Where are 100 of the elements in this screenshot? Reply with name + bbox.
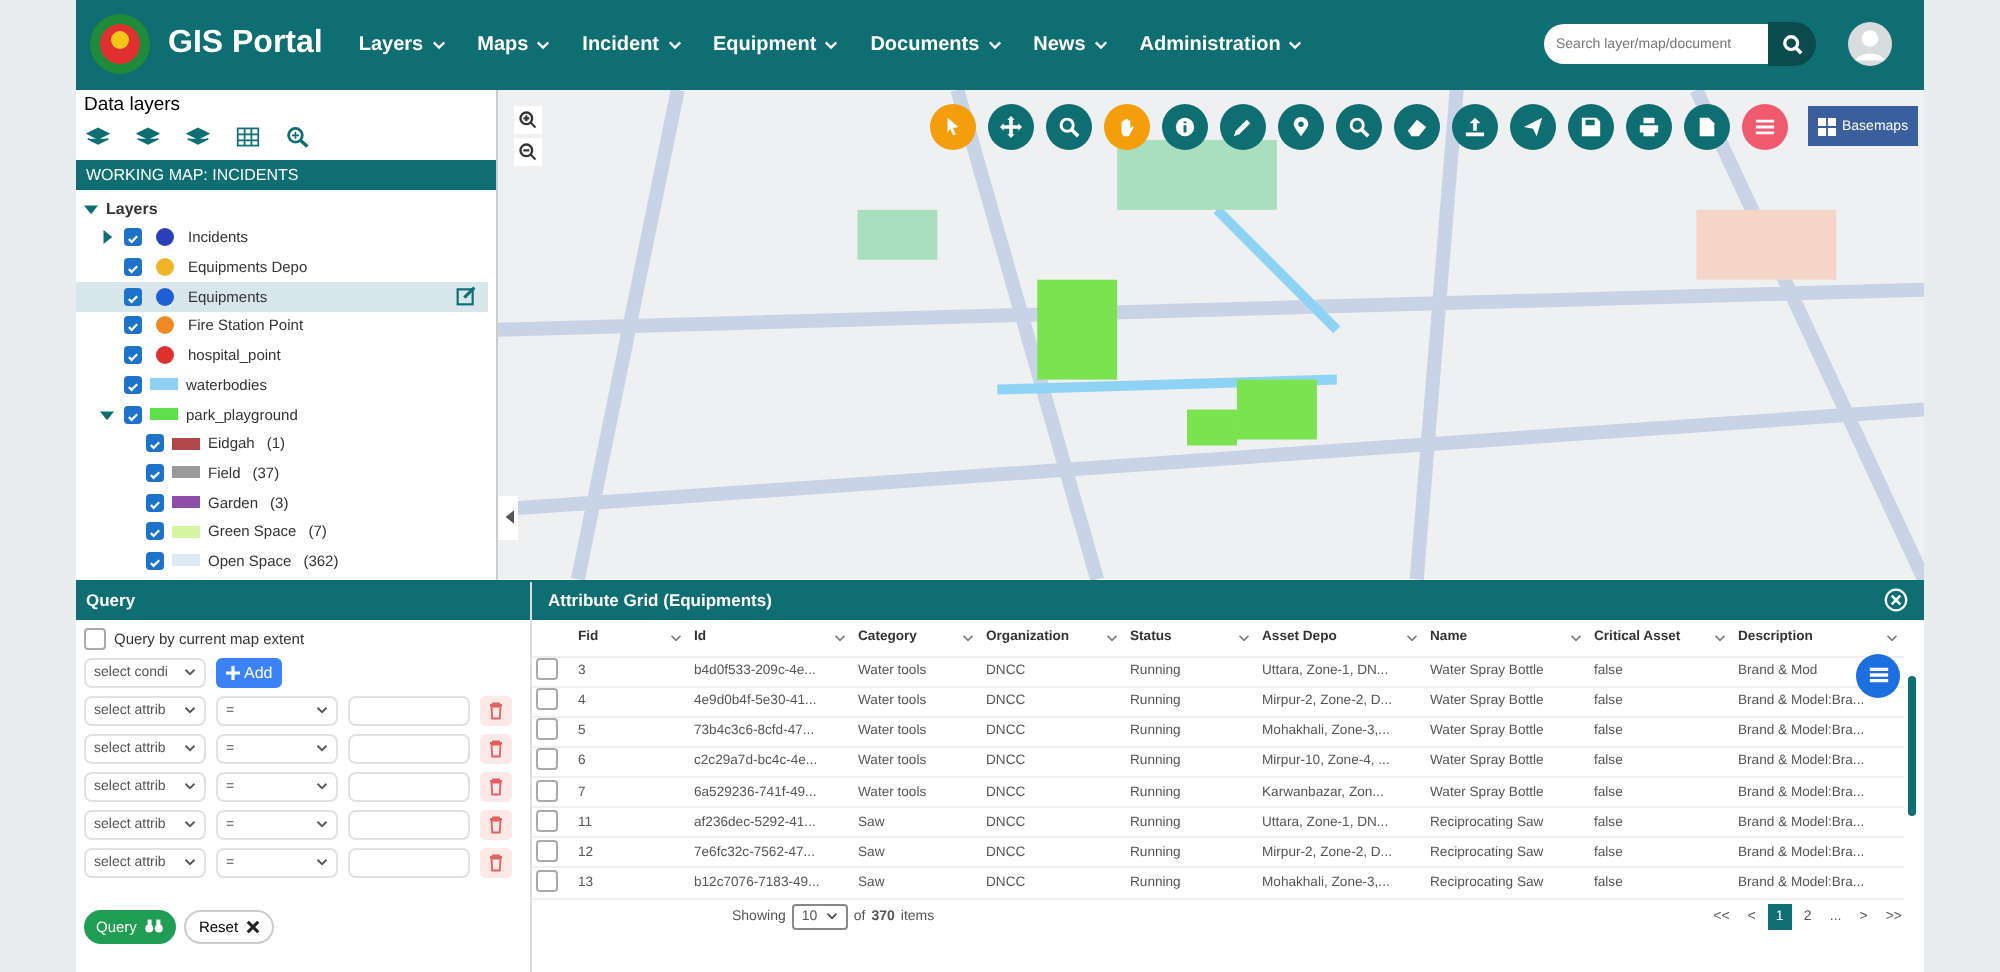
- nav-menu-item[interactable]: Equipment: [713, 33, 839, 56]
- delete-button[interactable]: [480, 695, 512, 726]
- trash-icon: [488, 853, 504, 872]
- menu-icon: [1867, 664, 1889, 687]
- chevron-down-icon[interactable]: [1238, 633, 1250, 642]
- delete-button[interactable]: [480, 771, 512, 802]
- chevron-down-icon: [184, 820, 196, 829]
- chevron-down-icon[interactable]: [1886, 633, 1898, 642]
- save-icon: [1580, 115, 1602, 138]
- add-button[interactable]: Add: [216, 657, 283, 688]
- zoom-in-icon: [518, 109, 538, 130]
- row-checkbox[interactable]: [536, 658, 558, 681]
- caret-right-icon[interactable]: [100, 230, 114, 245]
- chevron-down-icon[interactable]: [1406, 633, 1418, 642]
- nav-menu-item[interactable]: News: [1033, 33, 1108, 56]
- edit-icon[interactable]: [456, 286, 476, 307]
- row-checkbox[interactable]: [536, 779, 558, 802]
- delete-button[interactable]: [480, 847, 512, 878]
- layers-icon[interactable]: [86, 126, 110, 149]
- chevron-down-icon: [316, 782, 328, 791]
- user-avatar-icon[interactable]: [1848, 22, 1892, 67]
- row-checkbox[interactable]: [536, 869, 558, 892]
- chevron-down-icon[interactable]: [1106, 633, 1118, 642]
- pointer-icon: [942, 115, 964, 138]
- chevron-down-icon[interactable]: [962, 633, 974, 642]
- value-field[interactable]: [348, 847, 470, 878]
- checkbox[interactable]: [84, 627, 106, 650]
- zoom-in-icon[interactable]: [286, 126, 310, 149]
- portal-title: GIS Portal: [168, 26, 323, 63]
- delete-button[interactable]: [480, 809, 512, 840]
- plane-icon: [1522, 115, 1544, 138]
- caret-down-icon[interactable]: [100, 407, 114, 422]
- trash-icon: [488, 815, 504, 834]
- row-checkbox[interactable]: [536, 688, 558, 711]
- close-icon[interactable]: [1884, 588, 1908, 613]
- zoom-out-button[interactable]: [514, 137, 542, 166]
- panel-title: Query: [76, 581, 530, 620]
- search-button[interactable]: [1768, 22, 1816, 67]
- chevron-down-icon[interactable]: [670, 633, 682, 642]
- nav-menu-item[interactable]: Incident: [582, 33, 682, 56]
- print-icon: [1638, 115, 1660, 138]
- checkbox[interactable]: [124, 258, 142, 277]
- info-icon: [1174, 115, 1196, 138]
- chevron-down-icon[interactable]: [1570, 633, 1582, 642]
- row-checkbox[interactable]: [536, 718, 558, 741]
- hand-icon: [1116, 115, 1138, 138]
- chevron-down-icon: [184, 668, 196, 677]
- layers-icon[interactable]: [136, 126, 160, 149]
- trash-icon: [488, 739, 504, 758]
- delete-button[interactable]: [480, 733, 512, 764]
- close-icon: [246, 919, 261, 934]
- nav-menu-item[interactable]: Administration: [1139, 33, 1303, 56]
- row-checkbox[interactable]: [536, 809, 558, 832]
- checkbox[interactable]: [124, 346, 142, 365]
- zoom-out-icon: [518, 141, 538, 162]
- checkbox[interactable]: [146, 522, 164, 541]
- value-field[interactable]: [348, 809, 470, 840]
- checkbox[interactable]: [146, 493, 164, 512]
- chevron-down-icon: [184, 744, 196, 753]
- panel-title: Data layers: [82, 91, 183, 120]
- checkbox[interactable]: [124, 375, 142, 394]
- eraser-icon: [1406, 115, 1428, 138]
- chevron-down-icon: [316, 744, 328, 753]
- checkbox[interactable]: [124, 316, 142, 335]
- value-field[interactable]: [348, 733, 470, 764]
- chevron-down-icon: [825, 912, 838, 921]
- checkbox[interactable]: [146, 434, 164, 453]
- chevron-down-icon: [184, 782, 196, 791]
- table-icon[interactable]: [236, 126, 260, 149]
- nav-menu-item[interactable]: Maps: [477, 33, 551, 56]
- chevron-down-icon: [536, 39, 551, 50]
- caret-down-icon[interactable]: [84, 201, 98, 216]
- working-map-bar: WORKING MAP: INCIDENTS: [76, 159, 496, 190]
- row-checkbox[interactable]: [536, 839, 558, 862]
- chevron-down-icon[interactable]: [1714, 633, 1726, 642]
- checkbox[interactable]: [146, 463, 164, 482]
- zoom-in-button[interactable]: [514, 105, 542, 134]
- row-checkbox[interactable]: [536, 748, 558, 771]
- zoom-icon: [1348, 115, 1370, 138]
- trash-icon: [488, 701, 504, 720]
- checkbox[interactable]: [124, 287, 142, 306]
- chevron-down-icon[interactable]: [834, 633, 846, 642]
- value-field[interactable]: [348, 771, 470, 802]
- chevron-down-icon: [316, 858, 328, 867]
- checkbox[interactable]: [124, 405, 142, 424]
- pencil-icon: [1232, 115, 1254, 138]
- layers-icon[interactable]: [186, 126, 210, 149]
- pin-icon: [1290, 115, 1312, 138]
- chevron-down-icon: [1288, 39, 1303, 50]
- checkbox[interactable]: [124, 228, 142, 247]
- chevron-down-icon: [316, 706, 328, 715]
- nav-menu-item[interactable]: Layers: [358, 33, 446, 56]
- upload-icon: [1464, 115, 1486, 138]
- value-field[interactable]: [348, 695, 470, 726]
- collapse-panel-button[interactable]: [498, 495, 518, 540]
- checkbox[interactable]: [146, 551, 164, 570]
- column-menu-button[interactable]: [1856, 653, 1900, 698]
- chevron-down-icon: [431, 39, 446, 50]
- nav-menu-item[interactable]: Documents: [870, 33, 1002, 56]
- search-icon: [1781, 33, 1803, 56]
